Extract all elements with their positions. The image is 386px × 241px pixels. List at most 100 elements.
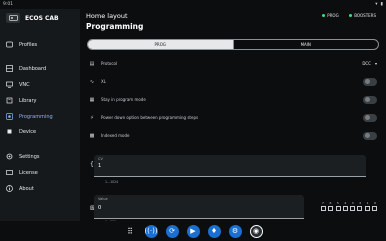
header: Home layout Programming [86,12,143,31]
bit-checkbox[interactable] [350,206,356,211]
info-icon [6,185,13,192]
status-dot-icon [321,13,326,18]
bit-number: 0 [374,201,376,205]
stay-row: ▦ Stay in program mode [87,93,377,106]
battery-icon: ▮ [380,2,383,7]
dashboard-icon [6,65,13,72]
bit-editor: 7 6 5 4 3 2 1 0 [321,201,377,211]
bit-number: 3 [351,201,354,205]
bit-checkbox[interactable] [335,206,341,211]
tab-prog[interactable]: PROG [88,40,233,49]
cv-hint: 1...1024 [105,180,119,184]
indexed-toggle[interactable] [363,131,377,140]
indexed-row: ▩ Indexed mode [87,129,377,142]
bit-number: 1 [366,201,369,205]
indexed-label: Indexed mode [101,133,130,138]
sidebar-item-programming[interactable]: Programming [6,111,76,122]
main-content: Home layout Programming PROG BOOSTERS PR… [80,9,386,241]
page-title: Programming [86,22,144,31]
sidebar-item-library[interactable]: Library [6,95,76,106]
profile-icon [6,41,13,48]
sidebar-item-label: Settings [19,153,40,160]
cv-field[interactable]: CV 1 [94,155,366,177]
apps-icon[interactable]: ⠿ [124,225,137,238]
bit-checkbox[interactable] [364,206,370,211]
sidebar-item-vnc[interactable]: VNC [6,79,76,90]
sidebar-item-label: Library [19,97,37,104]
value-label: Value [98,197,108,201]
bit-number: 5 [336,201,339,205]
home-icon[interactable]: ◉ [249,224,263,238]
protocol-label: Protocol [101,61,118,66]
sidebar-item-label: Programming [19,113,53,120]
sidebar-item-license[interactable]: License [6,167,76,178]
train-icon[interactable]: ♦ [207,224,221,238]
library-icon [6,97,13,104]
bit-checkbox[interactable] [328,206,334,211]
app-title: ECOS CAB [25,14,59,22]
sidebar-item-label: Profiles [19,41,38,48]
protocol-icon: ▤ [89,60,95,67]
indexed-icon: ▩ [89,132,95,139]
settings-icon[interactable]: ⚙ [228,224,242,238]
status-bar: 9:01 ▾ ▮ [0,0,386,9]
status-time: 9:01 [3,2,14,7]
settings-icon [6,153,13,160]
bit-number: 6 [329,201,332,205]
power-row: ⚡ Power down option between programming … [87,111,377,124]
sidebar-item-label: Device [19,128,37,135]
app-logo-icon [6,13,20,23]
device-icon [6,128,13,135]
xl-toggle[interactable] [363,77,377,86]
breadcrumb: Home layout [86,12,128,20]
bit-checkbox[interactable] [321,206,326,211]
xl-row: ∿ XL [87,75,377,88]
status-pill-boosters: BOOSTERS [348,13,376,18]
wave-icon: ∿ [89,78,95,85]
sidebar-item-label: About [19,185,34,192]
brand: ECOS CAB [6,13,59,23]
sidebar-item-label: Dashboard [19,65,47,72]
protocol-dropdown[interactable]: DCC ▾ [362,61,377,66]
sidebar-item-dashboard[interactable]: Dashboard [6,63,76,74]
value-field[interactable]: Value 0 [94,195,304,219]
programming-icon [6,113,13,120]
stay-label: Stay in program mode [101,97,146,102]
sidebar: ECOS CAB Profiles Dashboard VNC Library … [0,9,80,241]
chevron-down-icon: ▾ [374,61,377,66]
sidebar-item-device[interactable]: Device [6,126,76,137]
power-toggle[interactable] [363,113,377,122]
wireless-icon[interactable]: ((·)) [144,224,158,238]
protocol-value: DCC [362,61,371,66]
sidebar-item-label: License [19,169,38,176]
video-icon[interactable]: ▶ [186,224,200,238]
value-input: 0 [98,205,102,211]
bit-number: 4 [344,201,347,205]
power-icon: ⚡ [90,114,94,121]
bit-checkbox[interactable] [357,206,363,211]
track-segmented-control: PROG MAIN [87,39,379,50]
wifi-icon: ▾ [375,2,378,7]
xl-label: XL [101,79,106,84]
license-icon [6,169,13,176]
sidebar-item-settings[interactable]: Settings [6,151,76,162]
tab-main[interactable]: MAIN [232,40,379,49]
cv-value: 1 [98,163,102,169]
monitor-icon [6,81,13,88]
bit-checkbox[interactable] [342,206,348,211]
status-pills: PROG BOOSTERS [321,13,376,18]
cv-label: CV [98,157,103,161]
sidebar-item-label: VNC [19,81,30,88]
bit-number: 7 [322,201,324,205]
sidebar-item-profiles[interactable]: Profiles [6,39,76,50]
bit-checkbox[interactable] [371,206,377,211]
sync-icon[interactable]: ⟳ [165,224,179,238]
bottom-dock: ⠿ ((·)) ⟳ ▶ ♦ ⚙ ◉ [0,221,386,241]
stay-toggle[interactable] [363,95,377,104]
bit-number: 2 [359,201,362,205]
sidebar-item-about[interactable]: About [6,183,76,194]
power-label: Power down option between programming st… [101,115,199,120]
grid-icon: ▦ [89,96,95,103]
status-dot-icon [348,13,353,18]
status-pill-prog: PROG [321,13,339,18]
